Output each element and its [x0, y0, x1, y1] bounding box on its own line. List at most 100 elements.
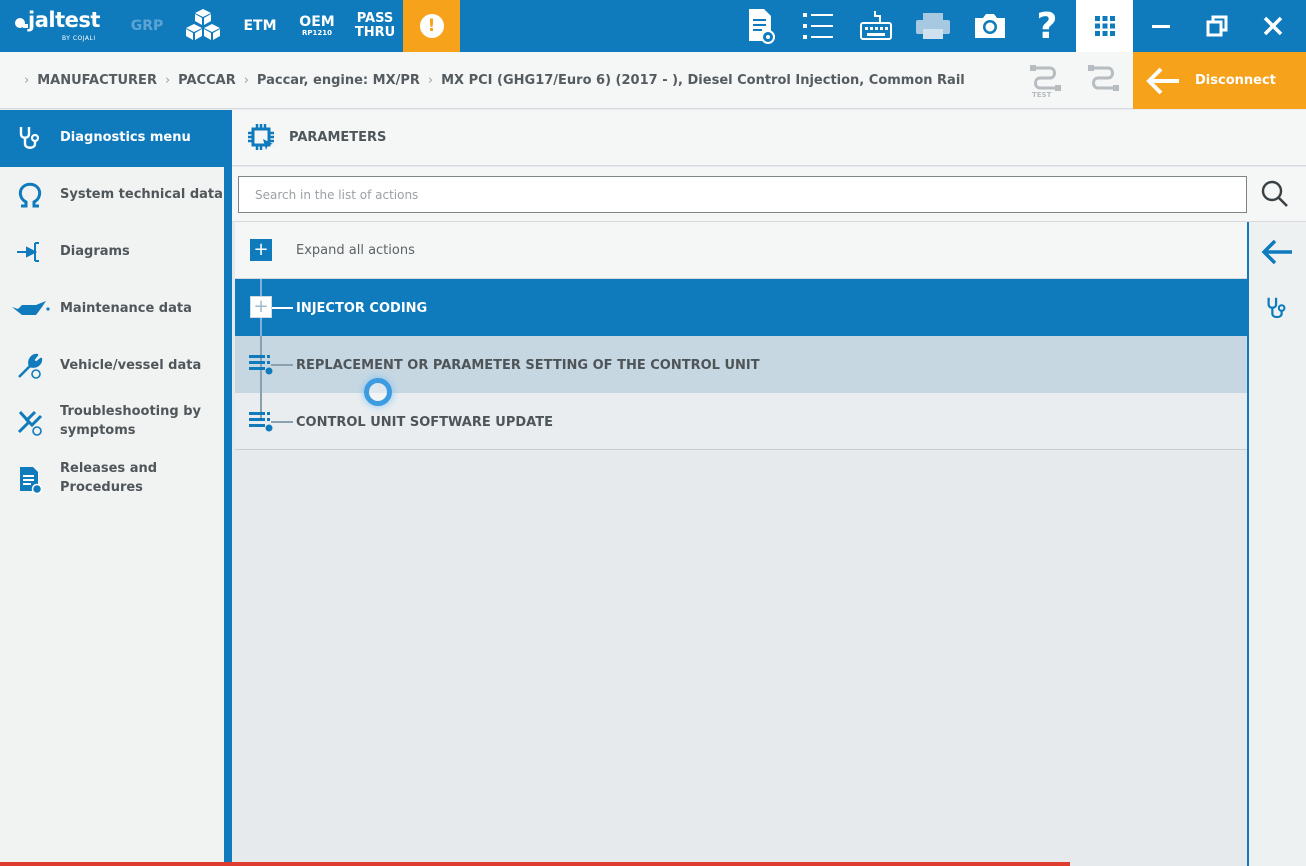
disconnect-button[interactable]: Disconnect: [1133, 52, 1306, 109]
camera-button[interactable]: [969, 0, 1011, 52]
sidebar-item-diagrams[interactable]: Diagrams: [0, 224, 224, 281]
sidebar-item-label-line2: Procedures: [60, 479, 143, 495]
breadcrumb-separator: ›: [243, 72, 249, 88]
sidebar-item-vehicle-vessel-data[interactable]: Vehicle/vessel data: [0, 338, 224, 395]
keyboard-icon: [860, 11, 892, 40]
breadcrumb-item-engine[interactable]: Paccar, engine: MX/PR: [257, 73, 420, 88]
breadcrumb-separator: ›: [24, 72, 30, 88]
search-button[interactable]: [1258, 177, 1292, 211]
keyboard-button[interactable]: [855, 0, 897, 52]
progress-line: [0, 862, 1070, 866]
actions-list: + Expand all actions + INJECTOR CODING R…: [235, 222, 1247, 866]
list-item-label: REPLACEMENT OR PARAMETER SETTING OF THE …: [296, 358, 760, 373]
sidebar-item-label: Maintenance data: [60, 301, 192, 317]
jaltest-logo: jaltest BY COJALI: [14, 6, 114, 46]
tree-connector: [271, 421, 293, 423]
report-button[interactable]: [740, 0, 782, 52]
sidebar-item-system-technical-data[interactable]: System technical data: [0, 167, 224, 224]
cube-button[interactable]: [180, 0, 226, 52]
arrow-left-icon: [1261, 239, 1292, 265]
wrench-icon: [14, 350, 46, 382]
list-icon: [803, 13, 833, 39]
list-button[interactable]: [797, 0, 839, 52]
sidebar-item-label: Troubleshooting by: [60, 404, 202, 419]
test-label: TEST: [1032, 91, 1052, 99]
plus-icon: +: [250, 239, 272, 261]
grp-label: GRP: [130, 18, 164, 34]
help-button[interactable]: ?: [1026, 0, 1068, 52]
apps-button[interactable]: [1076, 0, 1133, 52]
etm-label: ETM: [243, 18, 277, 34]
sidebar-item-label: Diagnostics menu: [60, 130, 191, 146]
diagnostics-shortcut-button[interactable]: [1259, 290, 1295, 326]
right-action-column: [1247, 222, 1306, 866]
search-input[interactable]: [238, 176, 1247, 213]
etm-button[interactable]: ETM: [236, 0, 284, 52]
oil-can-icon: [10, 293, 50, 325]
logo-mark-icon: [15, 18, 28, 28]
disconnect-label: Disconnect: [1195, 73, 1276, 88]
oem-button[interactable]: OEM RP1210: [292, 0, 342, 52]
list-item-injector-coding[interactable]: + INJECTOR CODING: [235, 279, 1247, 336]
main-panel: PARAMETERS + Expand all actions + INJECT…: [232, 110, 1306, 866]
sidebar-item-maintenance-data[interactable]: Maintenance data: [0, 281, 224, 338]
pass-thru-button[interactable]: PASS THRU: [348, 0, 402, 52]
sidebar-item-label: Diagrams: [60, 244, 130, 260]
panel-header: PARAMETERS: [232, 110, 1306, 166]
cursor-indicator: [364, 378, 392, 406]
sidebar: Diagnostics menu System technical data D…: [0, 110, 224, 866]
sidebar-item-label: Vehicle/vessel data: [60, 358, 202, 374]
search-icon: [1261, 180, 1288, 207]
alert-button[interactable]: !: [403, 0, 460, 52]
sidebar-item-diagnostics-menu[interactable]: Diagnostics menu: [0, 110, 224, 167]
logo-name: jaltest: [28, 8, 100, 32]
printer-icon: [916, 13, 950, 39]
thru-label: THRU: [354, 25, 396, 40]
expand-node-icon: +: [250, 296, 272, 318]
breadcrumb-item-system[interactable]: MX PCI (GHG17/Euro 6) (2017 - ), Diesel …: [441, 73, 965, 88]
camera-icon: [975, 14, 1005, 38]
tools-icon: [14, 407, 46, 439]
print-button[interactable]: [912, 0, 954, 52]
oem-sub-label: RP1210: [301, 29, 332, 37]
search-row: [232, 167, 1306, 222]
expand-all-row[interactable]: + Expand all actions: [235, 222, 1247, 279]
oem-label: OEM: [299, 14, 335, 30]
sidebar-item-troubleshooting[interactable]: Troubleshooting by symptoms: [0, 395, 224, 452]
close-button[interactable]: [1250, 0, 1296, 52]
close-icon: [1263, 16, 1283, 36]
sidebar-item-label: System technical data: [60, 187, 223, 203]
connector-button[interactable]: [1084, 60, 1124, 104]
sidebar-divider: [224, 110, 232, 866]
document-icon: [14, 464, 46, 496]
restore-icon: [1206, 15, 1228, 37]
cube-icon: [186, 9, 220, 40]
breadcrumb-item-manufacturer[interactable]: MANUFACTURER: [37, 73, 157, 88]
breadcrumb-separator: ›: [164, 72, 171, 88]
omega-icon: [14, 179, 46, 211]
list-item-label: CONTROL UNIT SOFTWARE UPDATE: [296, 415, 553, 430]
breadcrumb-item-paccar[interactable]: PACCAR: [178, 73, 236, 88]
diagram-icon: [14, 236, 46, 268]
top-toolbar: jaltest BY COJALI GRP ETM OEM RP1210 PAS…: [0, 0, 1306, 52]
minimize-button[interactable]: [1138, 0, 1184, 52]
breadcrumb-separator: ›: [427, 72, 434, 88]
logo-byline: BY COJALI: [62, 35, 96, 42]
back-button[interactable]: [1259, 234, 1295, 270]
apps-icon: [1094, 16, 1115, 36]
report-icon: [749, 9, 775, 44]
test-button[interactable]: TEST: [1026, 60, 1066, 104]
help-icon: ?: [1036, 5, 1058, 47]
stethoscope-icon: [14, 122, 46, 154]
restore-button[interactable]: [1194, 0, 1240, 52]
connector-icon: [1088, 65, 1119, 91]
breadcrumb: › MANUFACTURER › PACCAR › Paccar, engine…: [24, 52, 965, 108]
page-title: PARAMETERS: [289, 130, 387, 145]
sidebar-item-label-line2: symptoms: [60, 422, 136, 438]
alert-icon: !: [419, 14, 444, 38]
sidebar-item-label: Releases and: [60, 461, 158, 476]
grp-button[interactable]: GRP: [124, 0, 170, 52]
tree-connector: [271, 307, 293, 309]
sidebar-item-releases-procedures[interactable]: Releases and Procedures: [0, 452, 224, 509]
action-list-icon: [249, 355, 273, 375]
